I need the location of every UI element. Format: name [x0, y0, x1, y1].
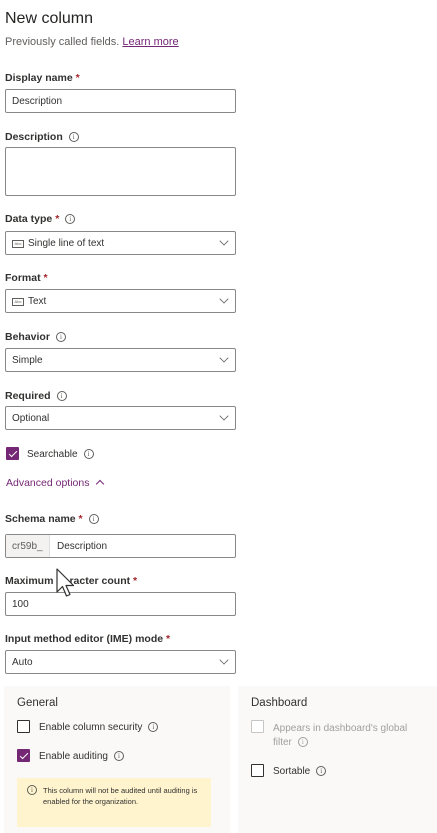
subtitle-text: Previously called fields. — [5, 36, 120, 48]
display-name-label: Display name * — [5, 72, 80, 84]
schema-prefix: cr59b_ — [6, 535, 50, 557]
enable-auditing-label: Enable auditing i — [39, 751, 124, 762]
searchable-label: Searchable i — [27, 449, 94, 460]
schema-name-label: Schema name * i — [5, 513, 99, 525]
sortable-checkbox[interactable] — [251, 764, 264, 777]
learn-more-link[interactable]: Learn more — [122, 36, 178, 48]
auditing-notice: i This column will not be audited until … — [17, 778, 211, 827]
chevron-down-icon — [219, 411, 229, 421]
abc-text-icon: Abc — [12, 240, 24, 248]
display-name-input[interactable]: Description — [5, 89, 236, 113]
required-dropdown[interactable]: Optional — [5, 406, 236, 430]
searchable-checkbox[interactable] — [6, 447, 19, 460]
required-label: Required i — [5, 390, 67, 402]
description-textarea[interactable] — [5, 147, 236, 196]
abc-text-icon: Abc — [12, 298, 24, 306]
general-heading: General — [17, 697, 58, 709]
advanced-options-toggle[interactable]: Advanced options — [6, 477, 105, 489]
format-label: Format * — [5, 272, 48, 284]
chevron-up-icon — [96, 479, 105, 489]
info-icon[interactable]: i — [65, 214, 76, 224]
panel-subtitle: Previously called fields. Learn more — [5, 36, 179, 48]
info-icon[interactable]: i — [316, 766, 327, 776]
description-label: Description i — [5, 131, 79, 143]
behavior-dropdown[interactable]: Simple — [5, 348, 236, 372]
chevron-down-icon — [219, 655, 229, 665]
info-icon[interactable]: i — [297, 737, 308, 747]
required-asterisk: * — [75, 72, 80, 84]
chevron-down-icon — [219, 236, 229, 246]
global-filter-checkbox[interactable] — [251, 720, 264, 733]
data-type-label: Data type * i — [5, 213, 76, 225]
enable-auditing-checkbox[interactable] — [17, 749, 30, 762]
global-filter-label: Appears in dashboard's global filter i — [273, 723, 408, 748]
info-icon[interactable]: i — [148, 722, 159, 732]
panel-title: New column — [5, 10, 94, 27]
behavior-label: Behavior i — [5, 331, 66, 343]
column-security-label: Enable column security i — [39, 722, 159, 733]
sortable-label: Sortable i — [273, 766, 327, 777]
dashboard-heading: Dashboard — [251, 697, 308, 709]
chevron-down-icon — [219, 353, 229, 363]
info-icon[interactable]: i — [88, 514, 99, 524]
chevron-down-icon — [219, 294, 229, 304]
max-char-count-input[interactable]: 100 — [5, 592, 236, 616]
schema-name-input[interactable]: cr59b_ Description — [5, 534, 236, 558]
auditing-notice-text: This column will not be audited until au… — [43, 786, 198, 806]
format-dropdown[interactable]: Abc Text — [5, 289, 236, 313]
info-icon[interactable]: i — [56, 391, 67, 401]
ime-mode-dropdown[interactable]: Auto — [5, 650, 236, 674]
ime-mode-label: Input method editor (IME) mode * — [5, 633, 171, 645]
data-type-dropdown[interactable]: Abc Single line of text — [5, 231, 236, 255]
info-icon[interactable]: i — [83, 449, 94, 459]
info-icon[interactable]: i — [113, 751, 124, 761]
info-icon[interactable]: i — [55, 332, 66, 342]
mouse-cursor-icon — [56, 568, 75, 597]
info-icon[interactable]: i — [68, 132, 79, 142]
column-security-checkbox[interactable] — [17, 720, 30, 733]
info-icon: i — [27, 785, 37, 795]
